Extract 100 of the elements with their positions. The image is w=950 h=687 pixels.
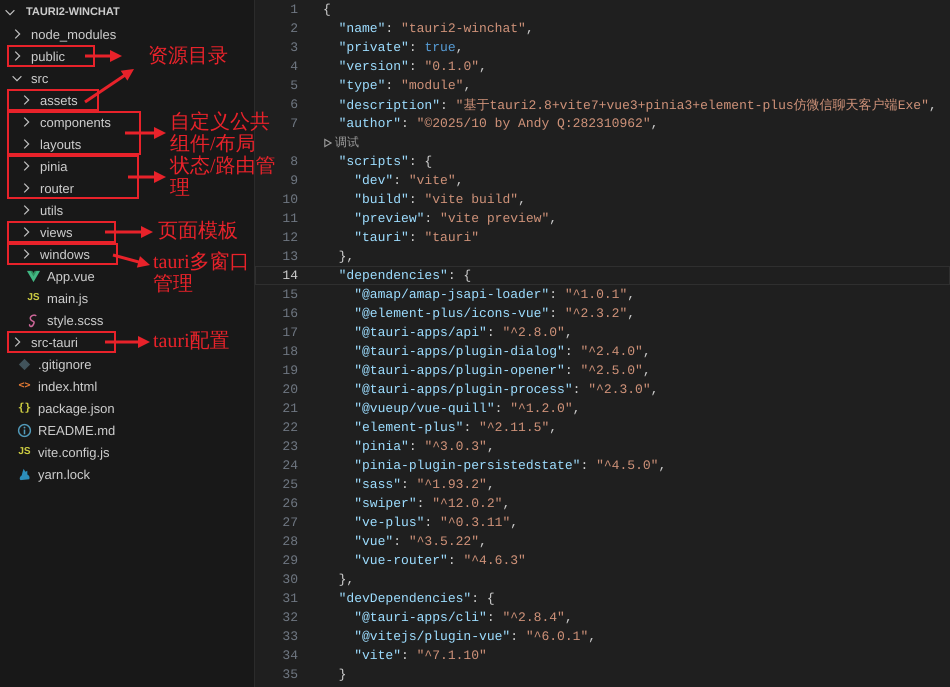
file-item[interactable]: App.vue [26, 267, 95, 285]
code-line: }, [338, 572, 354, 587]
line-number: 8 [290, 154, 298, 169]
file-item[interactable]: <> index.html [17, 377, 98, 395]
code-line: "version": "0.1.0", [338, 59, 487, 74]
folder-item[interactable]: src-tauri [10, 333, 78, 351]
arrow [125, 127, 166, 139]
arrow [85, 50, 122, 62]
arrow [84, 69, 134, 104]
code-line: "private": true, [338, 40, 464, 55]
code-line: { [323, 2, 331, 17]
line-number: 1 [290, 2, 298, 17]
line-number: 3 [290, 40, 298, 55]
explorer-header[interactable]: TAURI2-WINCHAT [0, 1, 120, 23]
code-line: "@tauri-apps/api": "^2.8.0", [353, 325, 573, 340]
line-number: 32 [282, 610, 298, 625]
code-line: "pinia": "^3.0.3", [353, 439, 495, 454]
debug-link[interactable]: 调试 [323, 134, 359, 151]
line-number: 7 [290, 116, 298, 131]
code-line: "dependencies": { [338, 268, 472, 283]
line-number: 27 [282, 515, 298, 530]
line-number: 30 [282, 572, 298, 587]
code-line: "sass": "^1.93.2", [353, 477, 495, 492]
folder-item[interactable]: src [10, 69, 48, 87]
folder-item[interactable]: assets [19, 91, 78, 109]
line-number: 6 [290, 97, 298, 112]
code-line: "tauri": "tauri" [353, 230, 480, 245]
code-line: "vite": "^7.1.10" [353, 648, 487, 663]
line-number: 11 [282, 211, 298, 226]
code-line: "build": "vite build", [353, 192, 526, 207]
line-number: 19 [282, 363, 298, 378]
folder-item[interactable]: pinia [19, 157, 68, 175]
diamond-icon [17, 356, 32, 372]
line-number: 18 [282, 344, 298, 359]
code-line: }, [338, 249, 354, 264]
line-number: 33 [282, 629, 298, 644]
line-number: 12 [282, 230, 298, 245]
code-line: "pinia-plugin-persistedstate": "^4.5.0", [353, 458, 666, 473]
annotation-label: 资源目录 [148, 45, 228, 67]
js-icon: JS [26, 291, 41, 305]
code-line: "author": "©2025/10 by Andy Q:282310962", [338, 116, 658, 131]
code-line: "vue-router": "^4.6.3" [353, 553, 526, 568]
js-icon: JS [17, 445, 32, 459]
folder-item[interactable]: router [19, 179, 74, 197]
line-number: 34 [282, 648, 298, 663]
code-line: "@tauri-apps/cli": "^2.8.4", [353, 610, 573, 625]
annotation-label: 状态/路由管理 [170, 155, 277, 199]
line-number: 23 [282, 439, 298, 454]
arrow [105, 336, 150, 348]
file-item[interactable]: {} package.json [17, 399, 115, 417]
info-icon [17, 422, 32, 438]
line-number: 35 [282, 667, 298, 682]
code-line: } [338, 667, 346, 682]
code-brackets-icon: <> [17, 379, 32, 393]
line-number: 28 [282, 534, 298, 549]
line-number: 4 [290, 59, 298, 74]
file-item[interactable]: .gitignore [17, 355, 92, 373]
code-line: "type": "module", [338, 78, 472, 93]
folder-item[interactable]: node_modules [10, 25, 116, 43]
code-line: "@vitejs/plugin-vue": "^6.0.1", [353, 629, 596, 644]
arrow [128, 171, 166, 183]
code-line: "description": "基于tauri2.8+vite7+vue3+pinia3+element-plus仿微信聊天客户端Exe", [338, 96, 937, 114]
line-number: 29 [282, 553, 298, 568]
line-number: 16 [282, 306, 298, 321]
play-icon [323, 138, 332, 148]
arrow [112, 254, 150, 268]
line-number: 21 [282, 401, 298, 416]
line-number: 20 [282, 382, 298, 397]
line-number: 5 [290, 78, 298, 93]
code-line: "@element-plus/icons-vue": "^2.3.2", [353, 306, 636, 321]
annotation-label: 页面模板 [158, 220, 238, 242]
arrow [105, 226, 153, 238]
file-item[interactable]: yarn.lock [17, 465, 90, 483]
code-line: "scripts": { [338, 154, 432, 169]
line-number: 15 [282, 287, 298, 302]
line-number: 2 [290, 21, 298, 36]
line-number: 22 [282, 420, 298, 435]
line-number: 24 [282, 458, 298, 473]
code-line: "devDependencies": { [338, 591, 495, 606]
folder-item[interactable]: utils [19, 201, 64, 219]
line-number: 13 [282, 249, 298, 264]
folder-item[interactable]: views [19, 223, 73, 241]
file-item[interactable]: README.md [17, 421, 116, 439]
folder-item[interactable]: layouts [19, 135, 82, 153]
code-line: "@amap/amap-jsapi-loader": "^1.0.1", [353, 287, 636, 302]
line-number: 26 [282, 496, 298, 511]
line-number: 31 [282, 591, 298, 606]
line-number: 9 [290, 173, 298, 188]
braces-icon: {} [17, 401, 32, 415]
code-line: "@tauri-apps/plugin-process": "^2.3.0", [353, 382, 658, 397]
annotation-label: tauri配置 [153, 330, 230, 352]
code-line: "@tauri-apps/plugin-opener": "^2.5.0", [353, 363, 651, 378]
folder-item[interactable]: public [10, 47, 65, 65]
code-line: "ve-plus": "^0.3.11", [353, 515, 518, 530]
file-item[interactable]: style.scss [26, 311, 104, 329]
folder-item[interactable]: windows [19, 245, 90, 263]
folder-item[interactable]: components [19, 113, 111, 131]
file-item[interactable]: JS main.js [26, 289, 88, 307]
code-line: "name": "tauri2-winchat", [338, 21, 534, 36]
file-item[interactable]: JS vite.config.js [17, 443, 110, 461]
